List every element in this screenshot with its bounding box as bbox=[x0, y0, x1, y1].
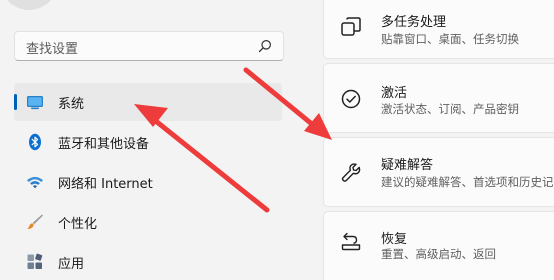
card-description: 激活状态、订阅、产品密钥 bbox=[381, 102, 519, 116]
display-icon bbox=[27, 96, 43, 110]
sidebar-item-label: 系统 bbox=[58, 97, 85, 112]
search-input[interactable]: 查找设置 bbox=[14, 31, 284, 61]
card-title: 疑难解答 bbox=[381, 158, 434, 173]
card-description: 重置、高级启动、返回 bbox=[381, 247, 496, 261]
user-avatar[interactable] bbox=[0, 0, 58, 10]
search-placeholder: 查找设置 bbox=[26, 42, 79, 57]
sidebar-item-personalization[interactable]: 个性化 bbox=[14, 203, 282, 241]
apps-icon bbox=[27, 253, 43, 269]
card-title: 多任务处理 bbox=[381, 15, 447, 30]
sidebar-item-label: 蓝牙和其他设备 bbox=[58, 137, 150, 152]
sidebar-item-system[interactable]: 系统 bbox=[14, 83, 282, 121]
bluetooth-icon bbox=[29, 133, 41, 151]
card-multitasking[interactable]: 多任务处理 贴靠窗口、桌面、任务切换 bbox=[323, 0, 554, 59]
sidebar-item-label: 应用 bbox=[58, 257, 85, 272]
card-troubleshoot[interactable]: 疑难解答 建议的疑难解答、首选项和历史记录 bbox=[323, 137, 554, 207]
card-description: 贴靠窗口、桌面、任务切换 bbox=[381, 32, 519, 46]
sidebar-item-network[interactable]: 网络和 Internet bbox=[14, 163, 282, 201]
activation-check-icon bbox=[341, 89, 361, 109]
search-icon bbox=[258, 40, 271, 53]
recovery-icon bbox=[341, 232, 361, 251]
card-recovery[interactable]: 恢复 重置、高级启动、返回 bbox=[323, 211, 554, 280]
sidebar-item-apps[interactable]: 应用 bbox=[14, 243, 282, 280]
sidebar-item-label: 个性化 bbox=[58, 217, 98, 232]
sidebar-item-label: 网络和 Internet bbox=[58, 177, 153, 192]
brush-icon bbox=[27, 214, 43, 230]
card-description: 建议的疑难解答、首选项和历史记录 bbox=[381, 175, 554, 189]
wifi-icon bbox=[27, 176, 43, 189]
wrench-icon bbox=[341, 163, 361, 182]
card-title: 恢复 bbox=[381, 232, 408, 247]
card-activation[interactable]: 激活 激活状态、订阅、产品密钥 bbox=[323, 63, 554, 133]
sidebar-item-bluetooth[interactable]: 蓝牙和其他设备 bbox=[14, 123, 282, 161]
selection-indicator bbox=[14, 94, 17, 110]
multitasking-icon bbox=[341, 17, 361, 36]
card-title: 激活 bbox=[381, 86, 408, 101]
